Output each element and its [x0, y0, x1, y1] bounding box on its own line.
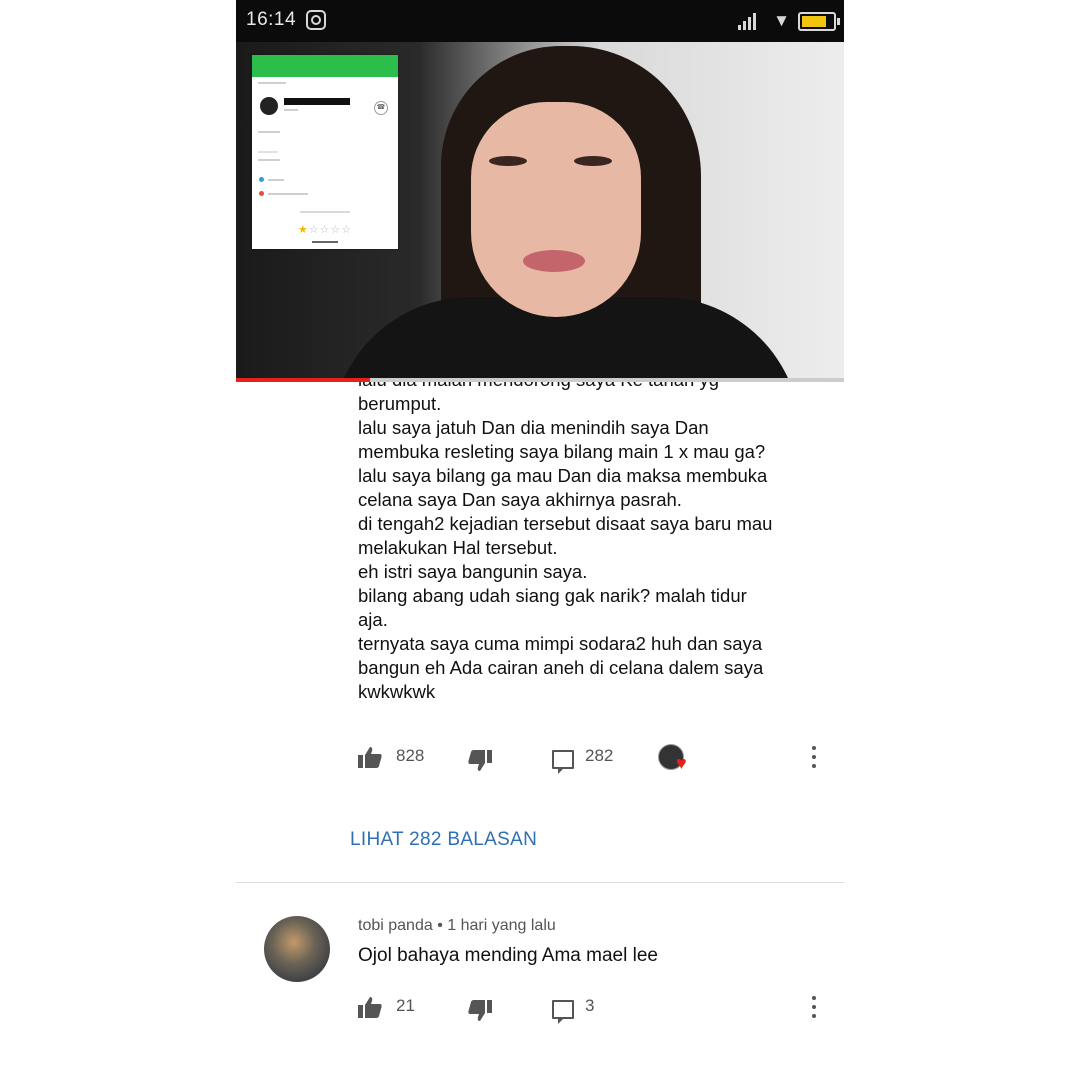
reply-comment-meta: tobi panda • 1 hari yang lalu — [358, 917, 556, 935]
like-count: 828 — [396, 746, 425, 765]
video-progress-fill — [236, 378, 370, 382]
embedded-line — [258, 131, 280, 133]
embedded-phone-icon: ☎ — [374, 101, 388, 115]
embedded-star-rating: ★☆☆☆☆ — [297, 224, 353, 236]
embedded-line — [268, 193, 308, 195]
comment-divider — [236, 882, 844, 883]
status-icons: ▼ — [716, 10, 840, 32]
meta-separator: • — [437, 917, 443, 934]
embedded-pickup-dot — [259, 177, 264, 182]
embedded-line — [258, 151, 278, 153]
embedded-dropoff-dot — [259, 191, 264, 196]
wifi-icon: ▼ — [773, 11, 790, 30]
dislike-icon[interactable] — [468, 750, 492, 772]
status-time: 16:14 — [246, 9, 297, 30]
signal-icon — [738, 12, 760, 30]
embedded-app-screenshot: ☎ ★☆☆☆☆ — [252, 55, 398, 249]
phone-screen: 16:14 ▼ ☎ ★☆☆☆☆ berumput. lalu saya jatu… — [236, 0, 844, 1080]
reply-time: 1 hari yang lalu — [447, 917, 556, 934]
comment-actions: 828 282 ♥ — [358, 744, 828, 774]
avatar[interactable] — [264, 916, 330, 982]
video-person-mouth — [523, 250, 585, 272]
embedded-line — [258, 82, 286, 84]
like-count: 21 — [396, 996, 415, 1015]
embedded-avatar — [260, 97, 278, 115]
reply-count: 3 — [585, 996, 595, 1015]
video-player[interactable]: ☎ ★☆☆☆☆ — [236, 42, 844, 378]
video-person-eye — [489, 156, 527, 166]
like-icon[interactable] — [358, 996, 382, 1018]
reply-count: 282 — [585, 746, 614, 765]
reply-author[interactable]: tobi panda — [358, 917, 433, 934]
reply-icon[interactable] — [552, 750, 574, 774]
more-icon[interactable] — [810, 994, 818, 1020]
video-progress-bar[interactable] — [236, 378, 844, 382]
embedded-line — [312, 241, 338, 243]
like-icon[interactable] — [358, 746, 382, 768]
reply-comment-actions: 21 3 — [358, 994, 828, 1024]
embedded-line — [284, 109, 298, 111]
embedded-line — [258, 159, 280, 161]
creator-heart-icon: ♥ — [658, 744, 692, 776]
video-person-eye — [574, 156, 612, 166]
view-replies-link[interactable]: LIHAT 282 BALASAN — [350, 829, 537, 851]
embedded-line — [300, 211, 350, 213]
embedded-redaction — [284, 98, 350, 105]
comment-text: lalu dia malah mendorong saya Ke tanah y… — [358, 382, 773, 702]
status-bar: 16:14 ▼ — [236, 0, 844, 42]
video-person-face — [471, 102, 641, 317]
dislike-icon[interactable] — [468, 1000, 492, 1022]
reply-icon[interactable] — [552, 1000, 574, 1024]
more-icon[interactable] — [810, 744, 818, 770]
reply-comment-text: Ojol bahaya mending Ama mael lee — [358, 945, 658, 966]
battery-icon — [798, 12, 840, 31]
embedded-app-header — [252, 55, 398, 77]
embedded-line — [268, 179, 284, 181]
instagram-icon — [306, 10, 326, 30]
